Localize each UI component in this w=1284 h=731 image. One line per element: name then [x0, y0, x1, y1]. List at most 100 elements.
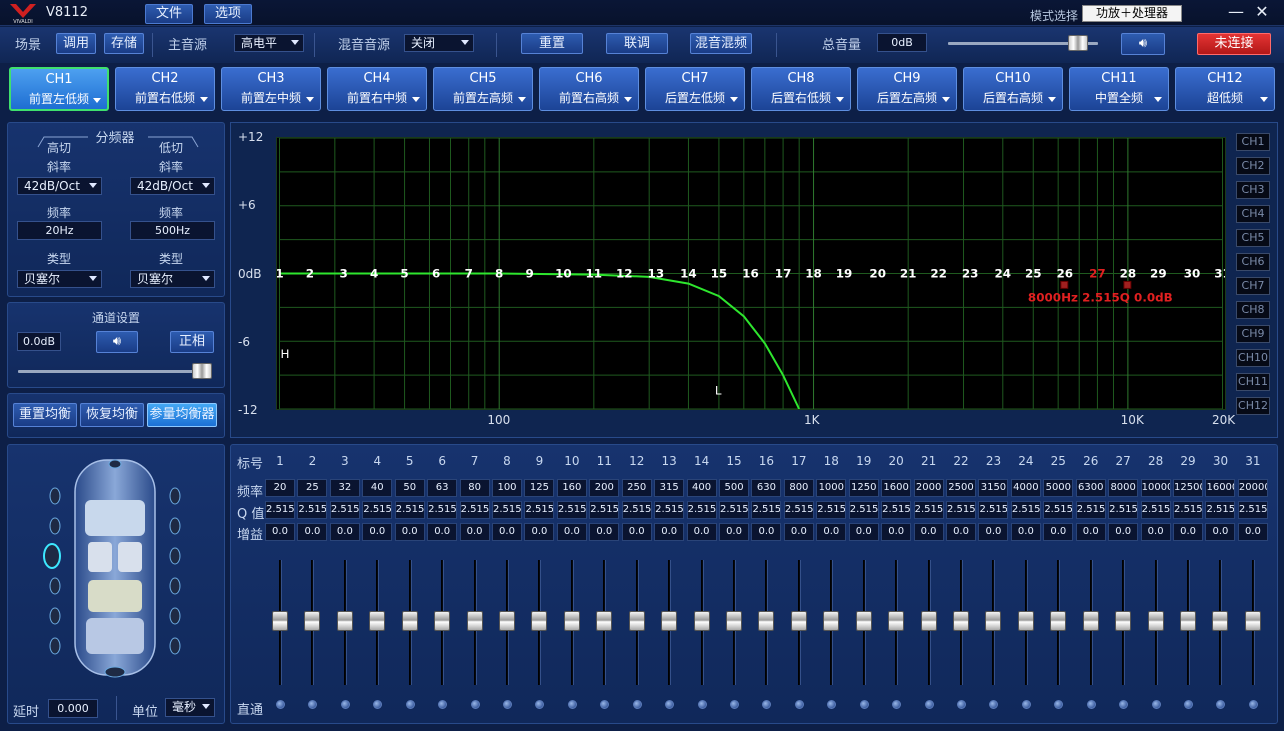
band-gain-input[interactable]: 0.0 — [589, 523, 620, 541]
band-freq-input[interactable]: 5000 — [1043, 479, 1074, 497]
band-freq-input[interactable]: 10000 — [1140, 479, 1171, 497]
band-gain-input[interactable]: 0.0 — [394, 523, 425, 541]
band-freq-input[interactable]: 12500 — [1173, 479, 1204, 497]
graph-channel-ch11[interactable]: CH11 — [1236, 373, 1270, 391]
band-bypass-toggle[interactable] — [1184, 700, 1194, 709]
band-q-input[interactable]: 2.515 — [783, 501, 814, 519]
band-fader-thumb[interactable] — [823, 611, 840, 631]
band-fader-thumb[interactable] — [790, 611, 807, 631]
graph-channel-ch8[interactable]: CH8 — [1236, 301, 1270, 319]
recall-button[interactable]: 调用 — [56, 33, 96, 54]
band-fader-thumb[interactable] — [1115, 611, 1132, 631]
band-gain-input[interactable]: 0.0 — [848, 523, 879, 541]
band-bypass-toggle[interactable] — [1151, 700, 1161, 709]
band-marker[interactable]: 23 — [962, 266, 979, 280]
band-fader-thumb[interactable] — [1082, 611, 1099, 631]
band-q-input[interactable]: 2.515 — [265, 501, 295, 519]
band-bypass-toggle[interactable] — [1021, 700, 1031, 709]
band-marker[interactable]: 29 — [1150, 266, 1167, 280]
band-marker[interactable]: 13 — [648, 266, 665, 280]
graph-channel-ch3[interactable]: CH3 — [1236, 181, 1270, 199]
band-fader-thumb[interactable] — [726, 611, 743, 631]
band-marker[interactable]: 7 — [465, 266, 473, 280]
band-bypass-toggle[interactable] — [1086, 700, 1096, 709]
band-freq-input[interactable]: 4000 — [1010, 479, 1041, 497]
band-gain-input[interactable]: 0.0 — [978, 523, 1009, 541]
band-fader-thumb[interactable] — [1147, 611, 1164, 631]
band-marker[interactable]: 31 — [1214, 266, 1226, 280]
channel-tab-ch5[interactable]: CH5 前置左高频 — [433, 67, 533, 111]
channel-level-thumb[interactable] — [192, 363, 212, 379]
band-gain-input[interactable]: 0.0 — [1075, 523, 1106, 541]
band-fader-thumb[interactable] — [953, 611, 970, 631]
band-fader-thumb[interactable] — [758, 611, 775, 631]
band-gain-input[interactable]: 0.0 — [1205, 523, 1236, 541]
band-bypass-toggle[interactable] — [276, 700, 285, 709]
band-bypass-toggle[interactable] — [859, 700, 869, 709]
band-q-input[interactable]: 2.515 — [492, 501, 522, 519]
band-q-input[interactable]: 2.515 — [978, 501, 1009, 519]
band-q-input[interactable]: 2.515 — [362, 501, 393, 519]
band-q-input[interactable]: 2.515 — [1108, 501, 1139, 519]
band-freq-input[interactable]: 8000 — [1108, 479, 1139, 497]
band-q-input[interactable]: 2.515 — [654, 501, 685, 519]
band-fader-thumb[interactable] — [304, 611, 321, 631]
link-button[interactable]: 联调 — [606, 33, 668, 54]
band-bypass-toggle[interactable] — [794, 700, 804, 709]
band-gain-input[interactable]: 0.0 — [719, 523, 750, 541]
band-freq-input[interactable]: 500 — [719, 479, 750, 497]
high-cut-slope-select[interactable]: 42dB/Oct — [17, 177, 102, 195]
band-fader-thumb[interactable] — [888, 611, 905, 631]
band-bypass-toggle[interactable] — [730, 700, 740, 709]
channel-gain-value[interactable]: 0.0dB — [17, 332, 61, 351]
band-q-input[interactable]: 2.515 — [848, 501, 879, 519]
channel-level-track[interactable] — [18, 370, 212, 373]
band-marker[interactable]: 25 — [1025, 266, 1042, 280]
band-fader-thumb[interactable] — [661, 611, 678, 631]
band-marker[interactable]: 22 — [930, 266, 947, 280]
band-gain-input[interactable]: 0.0 — [1140, 523, 1171, 541]
band-bypass-toggle[interactable] — [340, 700, 350, 709]
band-q-input[interactable]: 2.515 — [1140, 501, 1171, 519]
graph-channel-ch10[interactable]: CH10 — [1236, 349, 1270, 367]
band-marker[interactable]: 9 — [526, 266, 534, 280]
band-q-input[interactable]: 2.515 — [556, 501, 587, 519]
band-freq-input[interactable]: 400 — [686, 479, 717, 497]
band-gain-input[interactable]: 0.0 — [329, 523, 360, 541]
band-fader-thumb[interactable] — [563, 611, 580, 631]
band-marker[interactable]: 28 — [1120, 266, 1137, 280]
band-freq-input[interactable]: 160 — [556, 479, 587, 497]
band-q-input[interactable]: 2.515 — [816, 501, 847, 519]
band-gain-input[interactable]: 0.0 — [946, 523, 977, 541]
band-bypass-toggle[interactable] — [632, 700, 642, 709]
delay-input[interactable]: 0.000 — [48, 699, 98, 718]
band-bypass-toggle[interactable] — [924, 700, 934, 709]
band-fader-thumb[interactable] — [499, 611, 515, 631]
band-marker[interactable]: 26 — [1057, 266, 1074, 280]
band-q-input[interactable]: 2.515 — [719, 501, 750, 519]
band-gain-input[interactable]: 0.0 — [427, 523, 458, 541]
band-gain-input[interactable]: 0.0 — [524, 523, 555, 541]
band-q-input[interactable]: 2.515 — [946, 501, 977, 519]
channel-mute-button[interactable]: 🔊︎ — [96, 331, 138, 353]
band-fader-thumb[interactable] — [369, 611, 386, 631]
band-gain-input[interactable]: 0.0 — [816, 523, 847, 541]
band-marker[interactable]: 5 — [400, 266, 408, 280]
band-marker[interactable]: 2 — [306, 266, 314, 280]
band-fader-thumb[interactable] — [531, 611, 548, 631]
band-gain-input[interactable]: 0.0 — [1043, 523, 1074, 541]
band-freq-input[interactable]: 1250 — [848, 479, 879, 497]
band-fader-thumb[interactable] — [401, 611, 418, 631]
band-freq-input[interactable]: 315 — [654, 479, 685, 497]
band-freq-input[interactable]: 3150 — [978, 479, 1009, 497]
band-freq-input[interactable]: 32 — [329, 479, 360, 497]
band-freq-input[interactable]: 800 — [783, 479, 814, 497]
mix-source-select[interactable]: 关闭 — [404, 34, 474, 52]
channel-tab-ch10[interactable]: CH10 后置右高频 — [963, 67, 1063, 111]
channel-tab-ch2[interactable]: CH2 前置右低频 — [115, 67, 215, 111]
band-marker[interactable]: 6 — [432, 266, 440, 280]
mute-button[interactable]: 🔊︎ — [1121, 33, 1165, 55]
band-freq-input[interactable]: 200 — [589, 479, 620, 497]
band-fader-thumb[interactable] — [1017, 611, 1034, 631]
band-marker[interactable]: 24 — [995, 266, 1012, 280]
